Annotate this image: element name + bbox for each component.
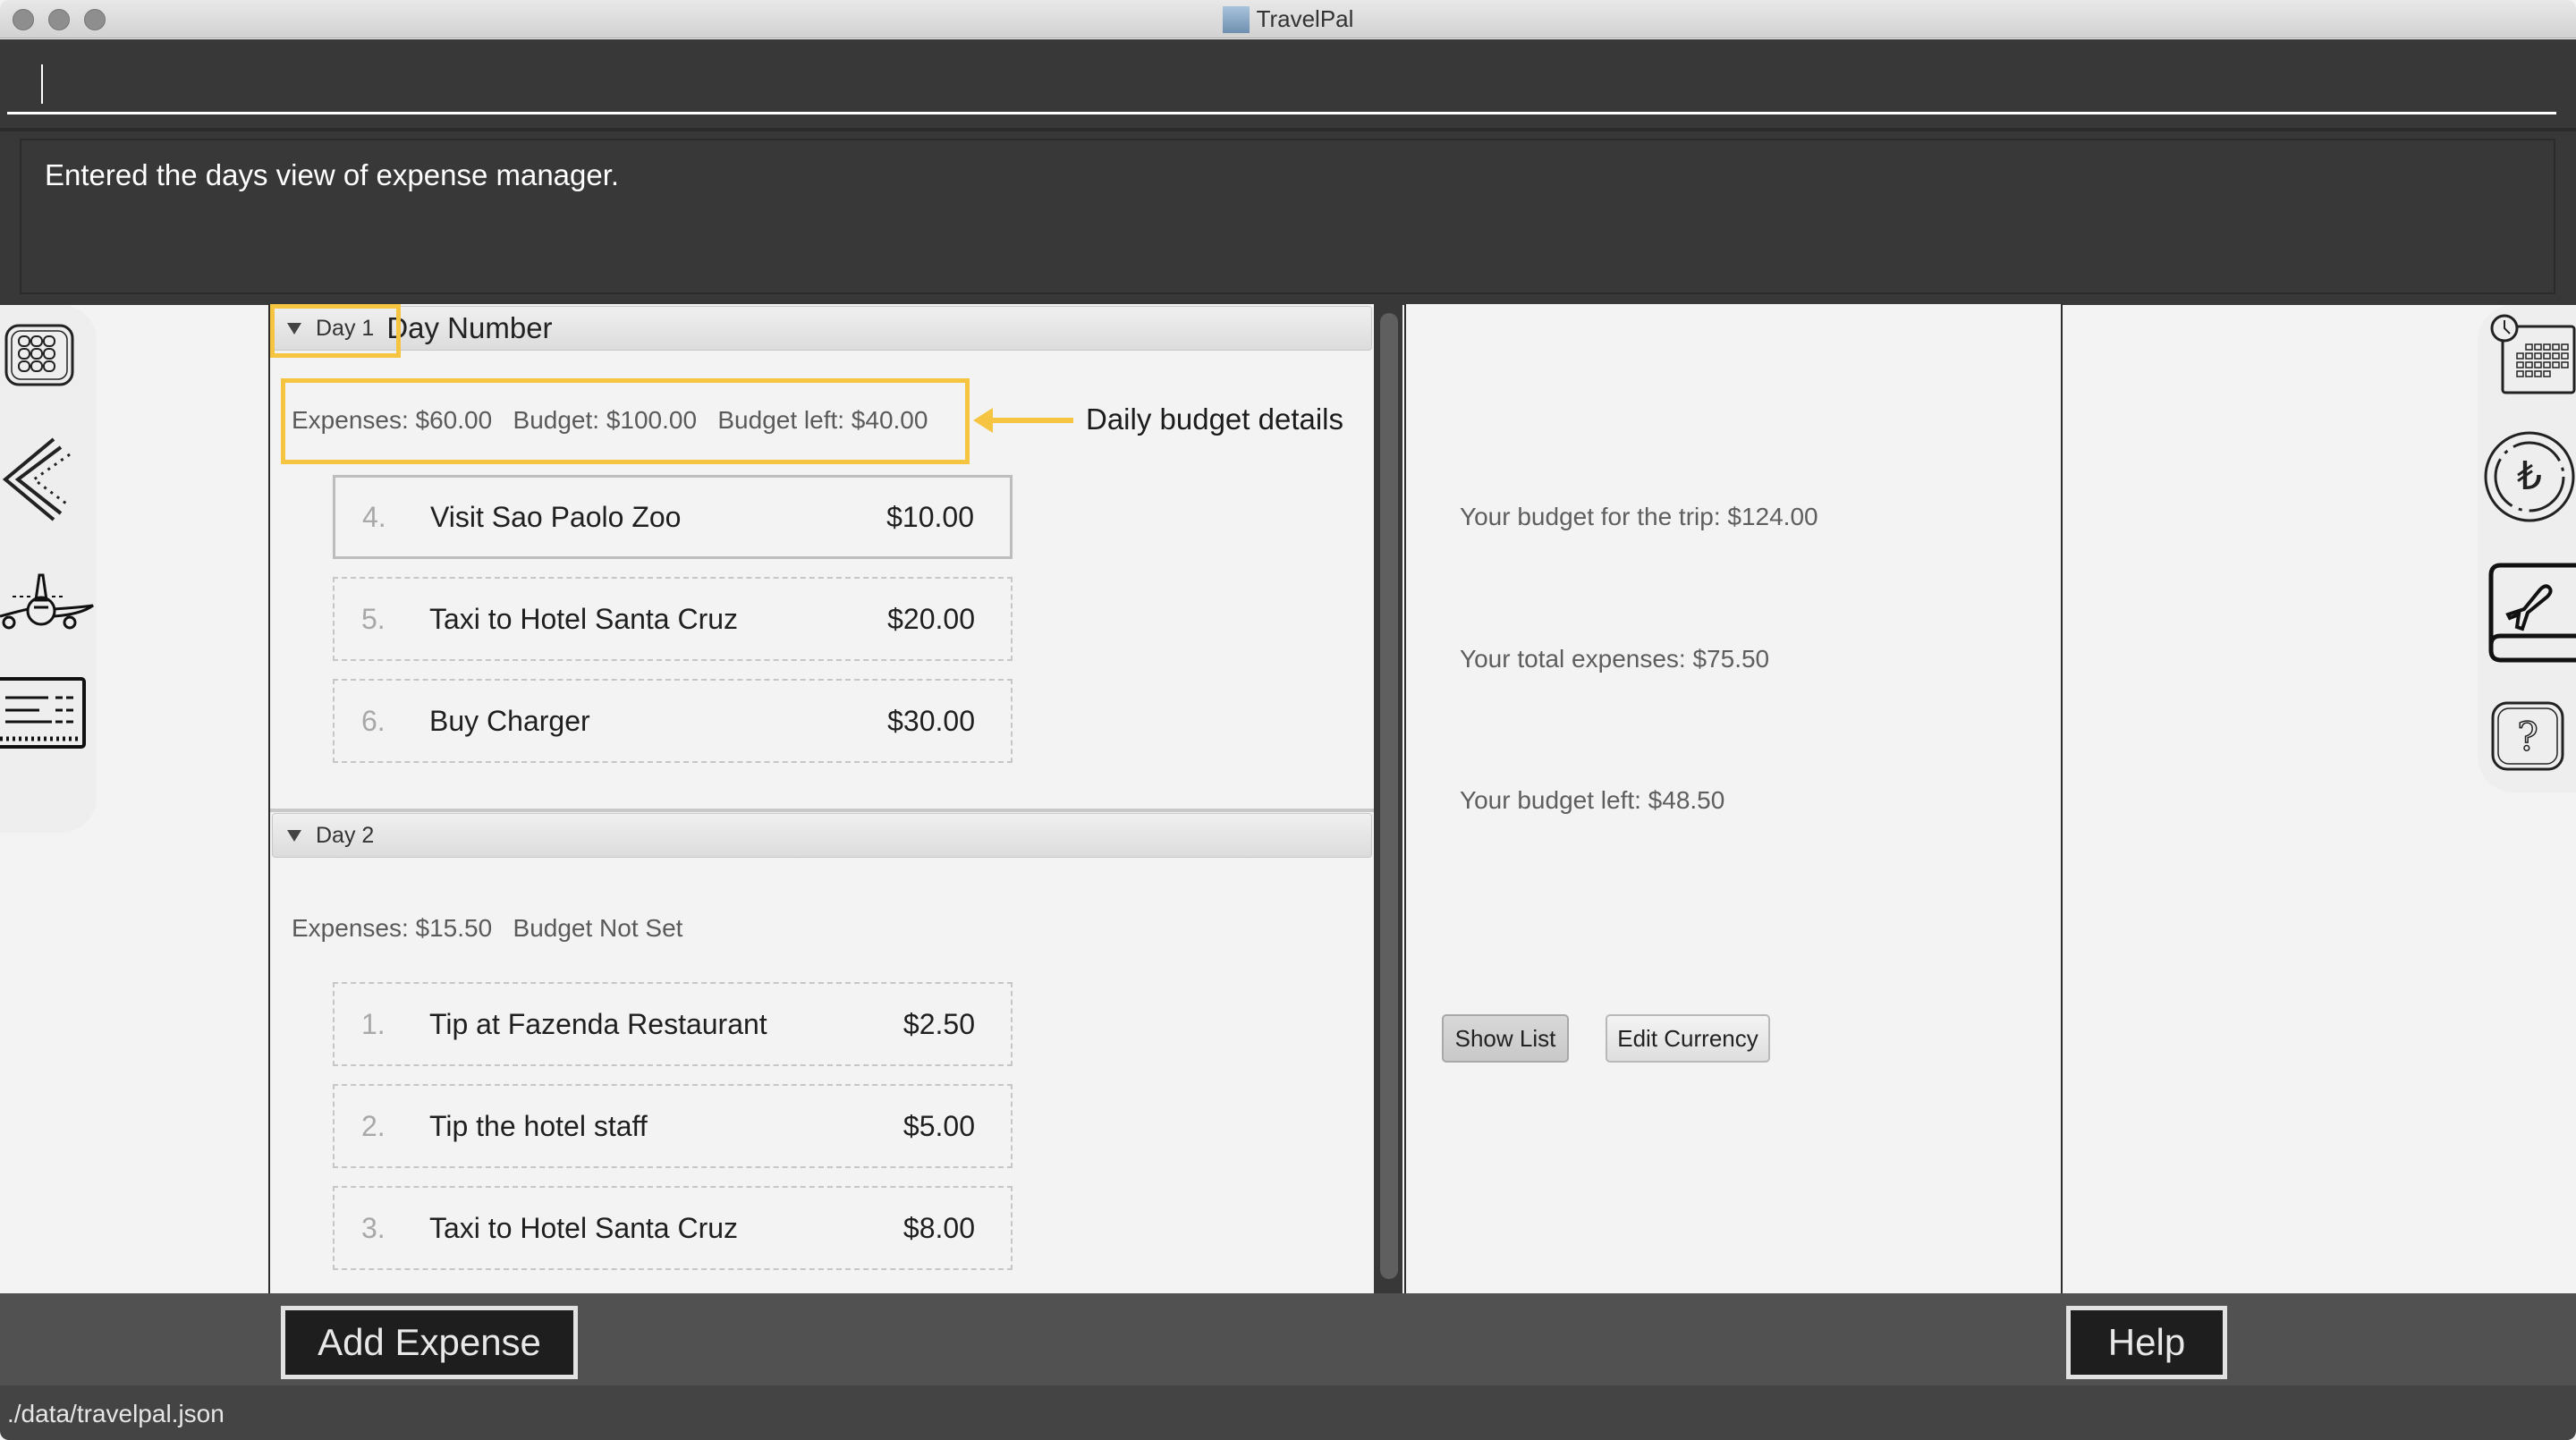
day-2-expenses: Expenses: $15.50 bbox=[292, 914, 493, 942]
day-2-header[interactable]: Day 2 bbox=[272, 813, 1372, 858]
expense-name: Tip the hotel staff bbox=[429, 1109, 648, 1142]
expense-item[interactable]: 1. Tip at Fazenda Restaurant $2.50 bbox=[333, 982, 1013, 1066]
day-2-budget-details: Expenses: $15.50 Budget Not Set bbox=[292, 914, 682, 943]
daily-budget-annotation: Daily budget details bbox=[1086, 402, 1344, 436]
annotation-arrow-head bbox=[973, 408, 993, 433]
text-caret bbox=[41, 64, 43, 104]
status-bar: ./data/travelpal.json bbox=[0, 1385, 2576, 1440]
expense-amount: $30.00 bbox=[887, 704, 975, 737]
expense-name: Taxi to Hotel Santa Cruz bbox=[429, 1211, 739, 1244]
help-button[interactable]: Help bbox=[2066, 1306, 2227, 1379]
add-expense-button[interactable]: Add Expense bbox=[281, 1306, 578, 1379]
expense-name: Tip at Fazenda Restaurant bbox=[429, 1007, 767, 1040]
day-1-header[interactable]: Day 1 Day Number bbox=[272, 306, 1372, 351]
day-1-title: Day 1 bbox=[316, 315, 375, 341]
command-box bbox=[0, 39, 2576, 136]
title-bar: TravelPal bbox=[0, 0, 2576, 38]
keypad-icon[interactable] bbox=[4, 323, 75, 387]
main-area: Day 1 Day Number Expenses: $60.00 Budget… bbox=[0, 304, 2576, 1294]
bottom-bar: Add Expense Help bbox=[0, 1293, 2576, 1385]
help-icon[interactable]: ? bbox=[2490, 700, 2565, 772]
expense-index: 3. bbox=[361, 1211, 386, 1244]
expense-name: Taxi to Hotel Santa Cruz bbox=[429, 602, 739, 635]
day-2-budget: Budget Not Set bbox=[513, 914, 683, 942]
expense-amount: $20.00 bbox=[887, 602, 975, 635]
total-expenses-text: Your total expenses: $75.50 bbox=[1460, 645, 1770, 673]
scrollbar-thumb[interactable] bbox=[1380, 313, 1398, 1279]
expense-item[interactable]: 5. Taxi to Hotel Santa Cruz $20.00 bbox=[333, 577, 1013, 661]
command-input[interactable] bbox=[7, 39, 2556, 114]
expense-index: 5. bbox=[361, 602, 386, 635]
result-box: Entered the days view of expense manager… bbox=[20, 139, 2555, 294]
result-message: Entered the days view of expense manager… bbox=[45, 158, 620, 191]
expense-amount: $10.00 bbox=[886, 500, 974, 533]
day-1-budget-details: Expenses: $60.00 Budget: $100.00 Budget … bbox=[292, 406, 928, 435]
window-title-group: TravelPal bbox=[0, 0, 2576, 38]
expand-triangle-icon bbox=[287, 829, 301, 842]
expense-item[interactable]: 2. Tip the hotel staff $5.00 bbox=[333, 1084, 1013, 1168]
show-list-button[interactable]: Show List bbox=[1442, 1014, 1569, 1063]
expense-amount: $2.50 bbox=[902, 1007, 975, 1040]
expense-amount: $8.00 bbox=[902, 1211, 975, 1244]
day-1-budget-left: Budget left: $40.00 bbox=[717, 406, 928, 434]
expense-index: 4. bbox=[362, 500, 386, 533]
expense-item[interactable]: 6. Buy Charger $30.00 bbox=[333, 679, 1013, 763]
day-number-annotation: Day Number bbox=[386, 311, 553, 344]
day-2-title: Day 2 bbox=[316, 822, 375, 848]
left-sidebar bbox=[0, 305, 97, 833]
trip-budget-text: Your budget for the trip: $124.00 bbox=[1460, 503, 1818, 530]
expense-name: Buy Charger bbox=[429, 704, 590, 737]
svg-text:₺: ₺ bbox=[2517, 453, 2542, 499]
day-divider bbox=[270, 809, 1374, 812]
result-display: Entered the days view of expense manager… bbox=[0, 128, 2576, 305]
airplane-icon[interactable] bbox=[0, 573, 94, 645]
ticket-list-icon[interactable] bbox=[0, 676, 89, 750]
expense-item[interactable]: 4. Visit Sao Paolo Zoo $10.00 bbox=[333, 475, 1013, 559]
day-1-budget: Budget: $100.00 bbox=[513, 406, 698, 434]
budget-left-text: Your budget left: $48.50 bbox=[1460, 786, 1725, 814]
list-scrollbar[interactable] bbox=[1374, 304, 1402, 1294]
expense-index: 6. bbox=[361, 704, 386, 737]
data-file-path: ./data/travelpal.json bbox=[7, 1400, 225, 1427]
expense-amount: $5.00 bbox=[902, 1109, 975, 1142]
expense-index: 2. bbox=[361, 1109, 386, 1142]
expense-item[interactable]: 3. Taxi to Hotel Santa Cruz $8.00 bbox=[333, 1186, 1013, 1270]
window-title: TravelPal bbox=[1256, 5, 1354, 32]
travel-book-icon[interactable] bbox=[2488, 563, 2576, 663]
day-2-toggle[interactable]: Day 2 bbox=[273, 814, 374, 857]
day-1-toggle[interactable]: Day 1 bbox=[273, 307, 374, 350]
day-1-expenses: Expenses: $60.00 bbox=[292, 406, 493, 434]
svg-text:?: ? bbox=[2517, 715, 2538, 760]
calendar-clock-icon[interactable] bbox=[2490, 314, 2576, 396]
expense-name: Visit Sao Paolo Zoo bbox=[430, 500, 682, 533]
right-sidebar: ₺ ? bbox=[2478, 305, 2576, 792]
expense-index: 1. bbox=[361, 1007, 386, 1040]
annotation-arrow-line bbox=[991, 418, 1073, 423]
expand-triangle-icon bbox=[287, 322, 301, 335]
back-arrow-icon[interactable] bbox=[2, 435, 73, 529]
edit-currency-button[interactable]: Edit Currency bbox=[1606, 1014, 1770, 1063]
app-logo-icon bbox=[1222, 5, 1250, 33]
budget-summary-panel: Your budget for the trip: $124.00 Your t… bbox=[1404, 304, 2063, 1294]
currency-coin-icon[interactable]: ₺ bbox=[2483, 430, 2576, 523]
expense-days-list: Day 1 Day Number Expenses: $60.00 Budget… bbox=[268, 304, 1374, 1294]
